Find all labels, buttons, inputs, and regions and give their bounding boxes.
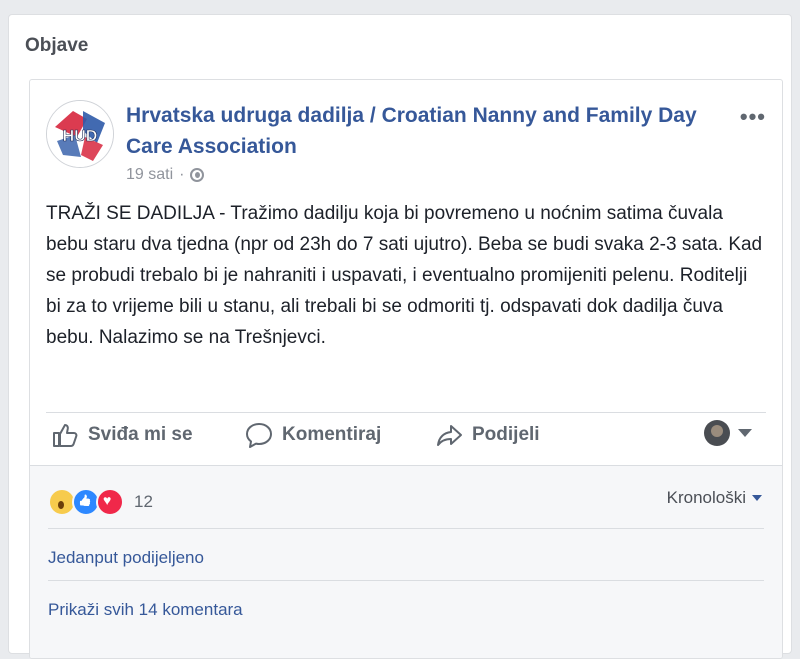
reactions-summary[interactable]: 12 [48, 488, 153, 516]
post-footer: 12 Kronološki Jedanput podijeljeno Prika… [30, 465, 782, 658]
audience-selector[interactable] [704, 420, 752, 446]
post-card: HUD Hrvatska udruga dadilja / Croatian N… [29, 79, 783, 659]
post-text: TRAŽI SE DADILJA - Tražimo dadilju koja … [46, 203, 763, 348]
share-arrow-icon [437, 425, 462, 446]
chevron-down-icon [738, 429, 752, 437]
more-options-icon[interactable]: ••• [740, 104, 766, 130]
comment-sort-dropdown[interactable]: Kronološki [667, 488, 762, 508]
user-avatar [704, 420, 730, 446]
post-meta: 19 sati · [126, 166, 205, 184]
globe-icon [190, 168, 205, 182]
love-reaction-icon [96, 488, 124, 516]
thumbs-up-icon [53, 424, 78, 447]
posts-section: Objave HUD Hrvatska udruga dadilja / Cro… [8, 14, 792, 659]
speech-bubble-icon [246, 423, 272, 448]
page-avatar[interactable]: HUD [46, 100, 114, 168]
section-title: Objave [25, 35, 89, 56]
footer-divider [48, 580, 764, 581]
post-timestamp[interactable]: 19 sati [126, 166, 173, 184]
actions-divider [46, 412, 766, 413]
shares-link[interactable]: Jedanput podijeljeno [48, 548, 204, 568]
like-button[interactable]: Sviđa mi se [50, 418, 193, 452]
footer-divider [48, 528, 764, 529]
share-button[interactable]: Podijeli [434, 418, 540, 452]
view-all-comments-link[interactable]: Prikaži svih 14 komentara [48, 600, 243, 620]
sort-label: Kronološki [666, 488, 746, 507]
page-name-link[interactable]: Hrvatska udruga dadilja / Croatian Nanny… [126, 100, 726, 162]
reaction-count: 12 [134, 492, 153, 511]
meta-separator: · [179, 166, 185, 183]
comment-button-label: Komentiraj [282, 424, 382, 445]
comment-button[interactable]: Komentiraj [244, 418, 381, 452]
like-button-label: Sviđa mi se [88, 424, 193, 445]
share-button-label: Podijeli [472, 424, 540, 445]
chevron-down-icon [752, 495, 762, 501]
avatar-logo-text: HUD [63, 128, 98, 145]
